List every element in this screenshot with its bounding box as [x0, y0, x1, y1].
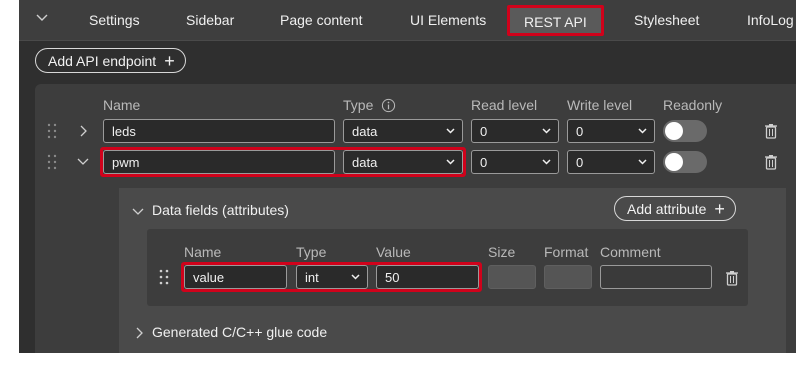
trash-icon[interactable] [725, 270, 739, 286]
tab-stylesheet[interactable]: Stylesheet [634, 12, 699, 28]
drag-handle-icon[interactable] [47, 123, 57, 139]
tab-infolog[interactable]: InfoLog [747, 12, 794, 28]
attr-comment-input[interactable] [600, 265, 712, 289]
chevron-down-icon[interactable] [34, 9, 50, 25]
header-write-level: Write level [567, 97, 633, 113]
trash-icon[interactable] [764, 123, 778, 139]
plus-icon: + [714, 198, 725, 219]
endpoint-type-select[interactable]: data [343, 119, 463, 143]
attr-type-select[interactable]: int [296, 265, 368, 289]
chevron-right-icon[interactable] [77, 124, 89, 138]
read-level-value: 0 [480, 155, 488, 170]
add-attribute-button[interactable]: Add attribute + [614, 196, 736, 221]
endpoint-name-input[interactable]: pwm [103, 150, 335, 174]
read-level-select[interactable]: 0 [471, 119, 559, 143]
toggle-knob [665, 122, 683, 140]
write-level-value: 0 [576, 124, 584, 139]
tab-bar: Settings Sidebar Page content UI Element… [19, 0, 796, 41]
attr-header-format: Format [544, 244, 589, 260]
chevron-down-icon [542, 128, 551, 134]
add-api-endpoint-label: Add API endpoint [48, 52, 157, 69]
trash-icon[interactable] [764, 154, 778, 170]
readonly-toggle[interactable] [663, 151, 707, 173]
chevron-down-icon[interactable] [76, 156, 90, 168]
attr-header-size: Size [488, 244, 516, 260]
attr-header-name: Name [184, 244, 222, 260]
header-readonly: Readonly [663, 97, 723, 113]
endpoint-type-select[interactable]: data [343, 150, 463, 174]
info-icon[interactable] [381, 98, 396, 113]
chevron-down-icon [446, 128, 455, 134]
attribute-table: Name Type Value Size Format Comment valu… [147, 229, 748, 306]
data-fields-panel: Data fields (attributes) Add attribute +… [119, 188, 786, 353]
tab-divider [19, 40, 796, 41]
endpoint-type-value: data [352, 155, 378, 170]
write-level-value: 0 [576, 155, 584, 170]
drag-handle-icon[interactable] [159, 269, 169, 285]
read-level-value: 0 [480, 124, 488, 139]
attr-size-input [488, 265, 536, 289]
header-name: Name [103, 97, 141, 113]
attr-header-comment: Comment [600, 244, 661, 260]
endpoint-type-value: data [352, 124, 378, 139]
chevron-down-icon [638, 128, 647, 134]
attr-header-type: Type [296, 244, 327, 260]
attr-name-input[interactable]: value [184, 265, 287, 289]
glue-code-section-label[interactable]: Generated C/C++ glue code [152, 324, 327, 340]
chevron-down-icon [542, 159, 551, 165]
readonly-toggle[interactable] [663, 120, 707, 142]
tab-sidebar[interactable]: Sidebar [186, 12, 234, 28]
attr-value-input[interactable]: 50 [376, 265, 479, 289]
data-fields-title: Data fields (attributes) [152, 202, 289, 218]
tab-settings[interactable]: Settings [89, 12, 140, 28]
read-level-select[interactable]: 0 [471, 150, 559, 174]
endpoint-name-input[interactable]: leds [103, 119, 335, 143]
tab-page-content[interactable]: Page content [280, 12, 363, 28]
attr-header-value: Value [376, 244, 411, 260]
chevron-right-icon[interactable] [133, 326, 145, 340]
chevron-down-icon[interactable] [131, 206, 145, 218]
add-api-endpoint-button[interactable]: Add API endpoint + [35, 48, 186, 73]
header-read-level: Read level [471, 97, 538, 113]
rest-api-editor: Settings Sidebar Page content UI Element… [19, 0, 796, 353]
chevron-down-icon [446, 159, 455, 165]
endpoint-panel: Name Type Read level Write level Readonl… [35, 84, 796, 353]
header-type: Type [343, 97, 374, 113]
chevron-down-icon [638, 159, 647, 165]
toggle-knob [665, 153, 683, 171]
drag-handle-icon[interactable] [47, 154, 57, 170]
tab-ui-elements[interactable]: UI Elements [410, 12, 486, 28]
add-attribute-label: Add attribute [627, 200, 707, 217]
tab-rest-api[interactable]: REST API [507, 5, 604, 36]
plus-icon: + [164, 50, 175, 71]
write-level-select[interactable]: 0 [567, 150, 655, 174]
chevron-down-icon [351, 274, 360, 280]
attr-format-input [544, 265, 592, 289]
write-level-select[interactable]: 0 [567, 119, 655, 143]
attr-type-value: int [305, 270, 319, 285]
